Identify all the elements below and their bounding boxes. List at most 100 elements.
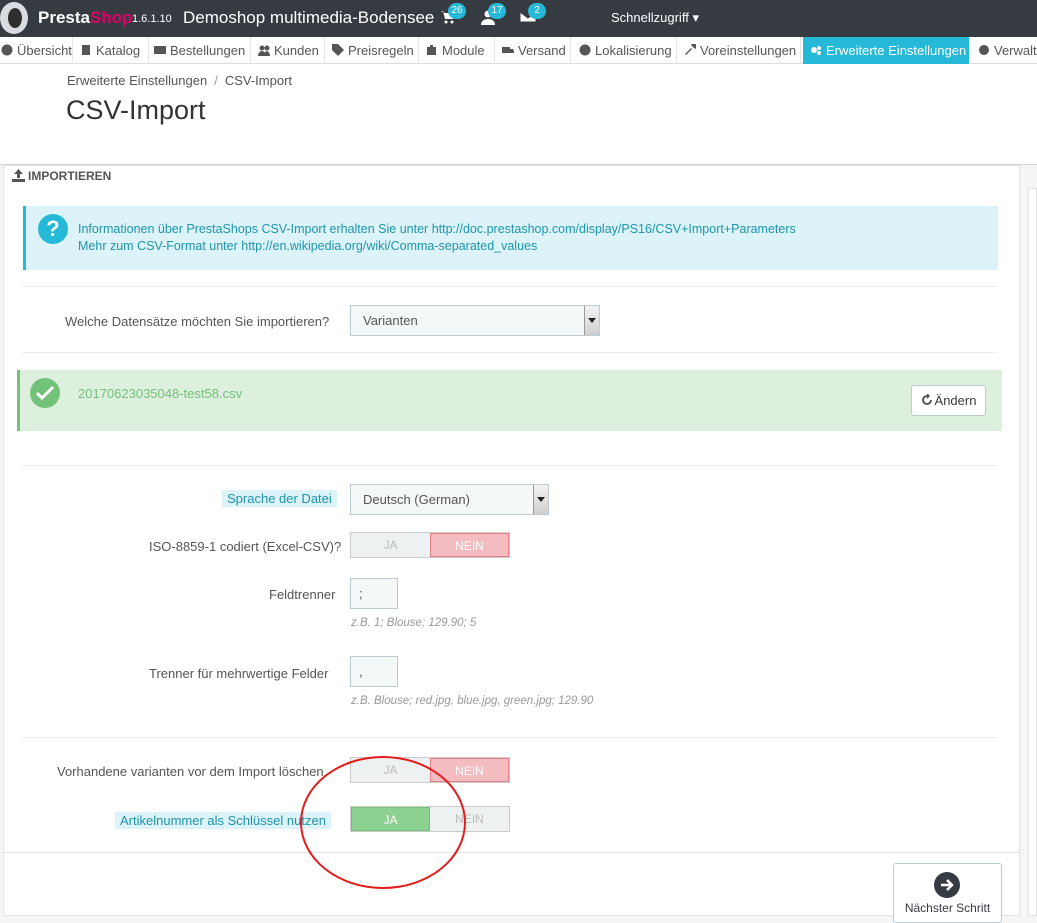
top-bar: PrestaShop 1.6.1.10 Demoshop multimedia-… xyxy=(0,0,1037,37)
panel-footer-divider xyxy=(4,852,1019,853)
info-alert: ? Informationen über PrestaShops CSV-Imp… xyxy=(23,206,998,270)
book-icon xyxy=(80,38,92,55)
shop-name[interactable]: Demoshop multimedia-Bodensee xyxy=(183,8,434,28)
menu-item-administration[interactable]: Verwalt xyxy=(977,37,1037,64)
menu-item-catalog[interactable]: Katalog xyxy=(79,37,149,64)
quick-access-label: Schnellzugriff xyxy=(611,10,689,25)
wikipedia-link[interactable]: http://en.wikipedia.org/wiki/Comma-separ… xyxy=(241,239,537,253)
upload-icon xyxy=(12,169,25,182)
credit-card-icon xyxy=(154,38,166,54)
menu-label: Erweiterte Einstellungen xyxy=(826,43,967,58)
menu-item-customers[interactable]: Kunden xyxy=(257,37,325,64)
multi-separator-input[interactable]: , xyxy=(350,656,398,687)
breadcrumb: Erweiterte Einstellungen / CSV-Import xyxy=(67,73,292,88)
uploaded-file-name: 20170623035048-test58.csv xyxy=(78,386,243,401)
change-file-label: Ändern xyxy=(934,393,977,408)
messages-notification[interactable]: 2 xyxy=(519,3,546,29)
orders-notification[interactable]: 26 xyxy=(440,3,466,29)
breadcrumb-separator: / xyxy=(214,73,218,88)
orders-badge: 26 xyxy=(448,3,466,19)
brand-name[interactable]: PrestaShop xyxy=(38,8,132,28)
file-success-alert: 20170623035048-test58.csv Ändern xyxy=(17,370,1002,431)
entity-label: Welche Datensätze möchten Sie importiere… xyxy=(65,314,330,329)
separator-label: Feldtrenner xyxy=(269,587,336,602)
messages-badge: 2 xyxy=(528,3,546,19)
menu-label: Module xyxy=(442,43,485,58)
iso-yes[interactable]: JA xyxy=(351,533,430,557)
arrow-right-icon xyxy=(934,872,960,898)
menu-item-localization[interactable]: Lokalisierung xyxy=(578,37,677,64)
menu-item-shipping[interactable]: Versand xyxy=(501,37,571,64)
menu-item-advanced-parameters[interactable]: Erweiterte Einstellungen xyxy=(803,37,970,64)
version-label: 1.6.1.10 xyxy=(132,13,172,25)
match-ref-label: Artikelnummer als Schlüssel nutzen xyxy=(115,812,331,829)
menu-label: Versand xyxy=(518,43,566,58)
iso-no[interactable]: NEIN xyxy=(430,533,509,557)
refresh-icon xyxy=(921,393,932,405)
menu-label: Verwalt xyxy=(994,43,1037,58)
panel-heading-text: Importieren xyxy=(28,169,112,183)
info-text: Informationen über PrestaShops CSV-Impor… xyxy=(78,221,796,255)
menu-label: Katalog xyxy=(96,43,141,58)
info-line1-text: Informationen über PrestaShops CSV-Impor… xyxy=(78,222,429,236)
quick-access-dropdown[interactable]: Schnellzugriff ▾ xyxy=(611,10,699,26)
menu-label: Lokalisierung xyxy=(595,43,672,58)
menu-item-price-rules[interactable]: Preisregeln xyxy=(331,37,419,64)
menu-label: Preisregeln xyxy=(348,43,414,58)
annotation-circle xyxy=(300,756,466,889)
menu-label: Bestellungen xyxy=(170,43,246,58)
wrench-icon xyxy=(684,38,697,55)
multi-separator-help: z.B. Blouse; red.jpg, blue.jpg, green.jp… xyxy=(351,695,594,707)
divider xyxy=(22,465,998,466)
brand-part-a: Presta xyxy=(38,8,90,27)
multi-separator-label: Trenner für mehrwertige Felder xyxy=(149,666,329,681)
dropdown-arrow-icon xyxy=(584,306,599,335)
menu-label: Kunden xyxy=(274,43,319,58)
next-step-label: Nächster Schritt xyxy=(904,901,991,915)
panel-heading: Importieren xyxy=(12,169,111,183)
entity-select-value: Varianten xyxy=(363,313,418,328)
globe-icon xyxy=(579,38,591,56)
question-icon: ? xyxy=(38,214,68,244)
menu-item-modules[interactable]: Module xyxy=(425,37,495,64)
caret-down-icon: ▾ xyxy=(692,10,699,25)
file-language-label: Sprache der Datei xyxy=(222,490,337,507)
brand-part-b: Shop xyxy=(89,8,133,27)
breadcrumb-parent[interactable]: Erweiterte Einstellungen xyxy=(67,73,207,88)
right-column xyxy=(1028,188,1037,916)
prestashop-logo[interactable] xyxy=(0,2,28,34)
divider xyxy=(22,352,998,353)
menu-item-preferences[interactable]: Voreinstellungen xyxy=(683,37,801,64)
iso-label: ISO-8859-1 codiert (Excel-CSV)? xyxy=(149,539,342,554)
truncate-label: Vorhandene varianten vor dem Import lösc… xyxy=(57,764,324,779)
iso-switch[interactable]: JA NEIN xyxy=(350,532,510,558)
file-language-select[interactable]: Deutsch (German) xyxy=(350,484,549,515)
divider xyxy=(22,737,998,738)
main-menu: Übersicht Katalog Bestellungen Kunden Pr… xyxy=(0,37,1037,64)
doc-link[interactable]: http://doc.prestashop.com/display/PS16/C… xyxy=(432,222,796,236)
customers-notification[interactable]: 17 xyxy=(480,3,506,29)
dropdown-arrow-icon xyxy=(533,485,548,514)
menu-item-dashboard[interactable]: Übersicht xyxy=(0,37,73,64)
breadcrumb-current: CSV-Import xyxy=(224,73,293,88)
divider xyxy=(22,286,998,287)
page-title: CSV-Import xyxy=(66,95,206,125)
file-language-value: Deutsch (German) xyxy=(363,492,470,507)
users-icon xyxy=(258,38,270,56)
entity-select[interactable]: Varianten xyxy=(350,305,600,336)
page-header: Erweiterte Einstellungen / CSV-Import CSV-… xyxy=(0,64,1037,165)
info-line2-text: Mehr zum CSV-Format unter xyxy=(78,239,238,253)
separator-input[interactable]: ; xyxy=(350,578,398,609)
puzzle-icon xyxy=(426,38,438,55)
next-step-button[interactable]: Nächster Schritt xyxy=(893,863,1002,923)
import-panel: Importieren ? Informationen über PrestaS… xyxy=(3,165,1020,916)
check-icon xyxy=(30,378,60,408)
separator-help: z.B. 1; Blouse; 129.90; 5 xyxy=(351,617,477,629)
cog-icon xyxy=(978,38,990,55)
dashboard-icon xyxy=(1,38,13,56)
cogs-icon xyxy=(810,38,822,55)
change-file-button[interactable]: Ändern xyxy=(911,385,986,416)
menu-item-orders[interactable]: Bestellungen xyxy=(153,37,251,64)
menu-label: Übersicht xyxy=(17,43,72,58)
menu-label: Voreinstellungen xyxy=(700,43,797,58)
